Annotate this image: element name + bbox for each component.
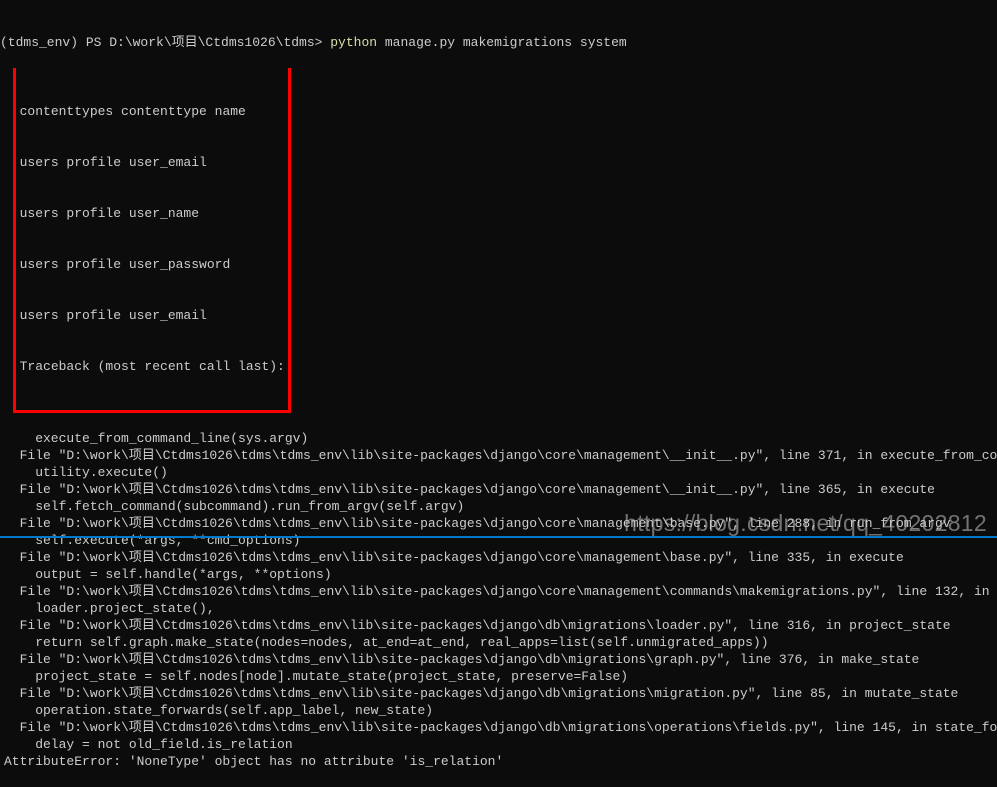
output-line: users profile user_password (16, 256, 285, 273)
traceback-body: execute_from_command_line(sys.argv) File… (0, 430, 997, 770)
traceback-line: File "D:\work\项目\Ctdms1026\tdms\tdms_env… (0, 515, 997, 532)
traceback-line: File "D:\work\项目\Ctdms1026\tdms\tdms_env… (0, 583, 997, 600)
command-args: manage.py makemigrations system (377, 34, 627, 51)
traceback-line: File "D:\work\项目\Ctdms1026\tdms\tdms_env… (0, 685, 997, 702)
command-python: python (330, 34, 377, 51)
traceback-line: execute_from_command_line(sys.argv) (0, 430, 997, 447)
traceback-line: File "D:\work\项目\Ctdms1026\tdms\tdms_env… (0, 549, 997, 566)
output-line: users profile user_name (16, 205, 285, 222)
traceback-line: loader.project_state(), (0, 600, 997, 617)
prompt-prefix: (tdms_env) PS D:\work\项目\Ctdms1026\tdms> (0, 34, 330, 51)
traceback-line: operation.state_forwards(self.app_label,… (0, 702, 997, 719)
traceback-line: project_state = self.nodes[node].mutate_… (0, 668, 997, 685)
output-line: contenttypes contenttype name (16, 103, 285, 120)
traceback-line: File "D:\work\项目\Ctdms1026\tdms\tdms_env… (0, 651, 997, 668)
highlighted-output-box: contenttypes contenttype name users prof… (13, 68, 291, 413)
traceback-line: self.execute(*args, **cmd_options) (0, 532, 997, 549)
traceback-line: utility.execute() (0, 464, 997, 481)
traceback-line: File "D:\work\项目\Ctdms1026\tdms\tdms_env… (0, 481, 997, 498)
traceback-line: File "D:\work\项目\Ctdms1026\tdms\tdms_env… (0, 617, 997, 634)
traceback-line: File "D:\work\项目\Ctdms1026\tdms\tdms_env… (0, 447, 997, 464)
terminal-output[interactable]: (tdms_env) PS D:\work\项目\Ctdms1026\tdms>… (0, 0, 997, 787)
traceback-line: delay = not old_field.is_relation (0, 736, 997, 753)
traceback-line: return self.graph.make_state(nodes=nodes… (0, 634, 997, 651)
traceback-line: File "D:\work\项目\Ctdms1026\tdms\tdms_env… (0, 719, 997, 736)
traceback-line: output = self.handle(*args, **options) (0, 566, 997, 583)
output-line: users profile user_email (16, 154, 285, 171)
command-prompt-line: (tdms_env) PS D:\work\项目\Ctdms1026\tdms>… (0, 34, 997, 51)
traceback-line: AttributeError: 'NoneType' object has no… (0, 753, 997, 770)
output-line: users profile user_email (16, 307, 285, 324)
traceback-line: self.fetch_command(subcommand).run_from_… (0, 498, 997, 515)
traceback-header: Traceback (most recent call last): (16, 358, 285, 375)
